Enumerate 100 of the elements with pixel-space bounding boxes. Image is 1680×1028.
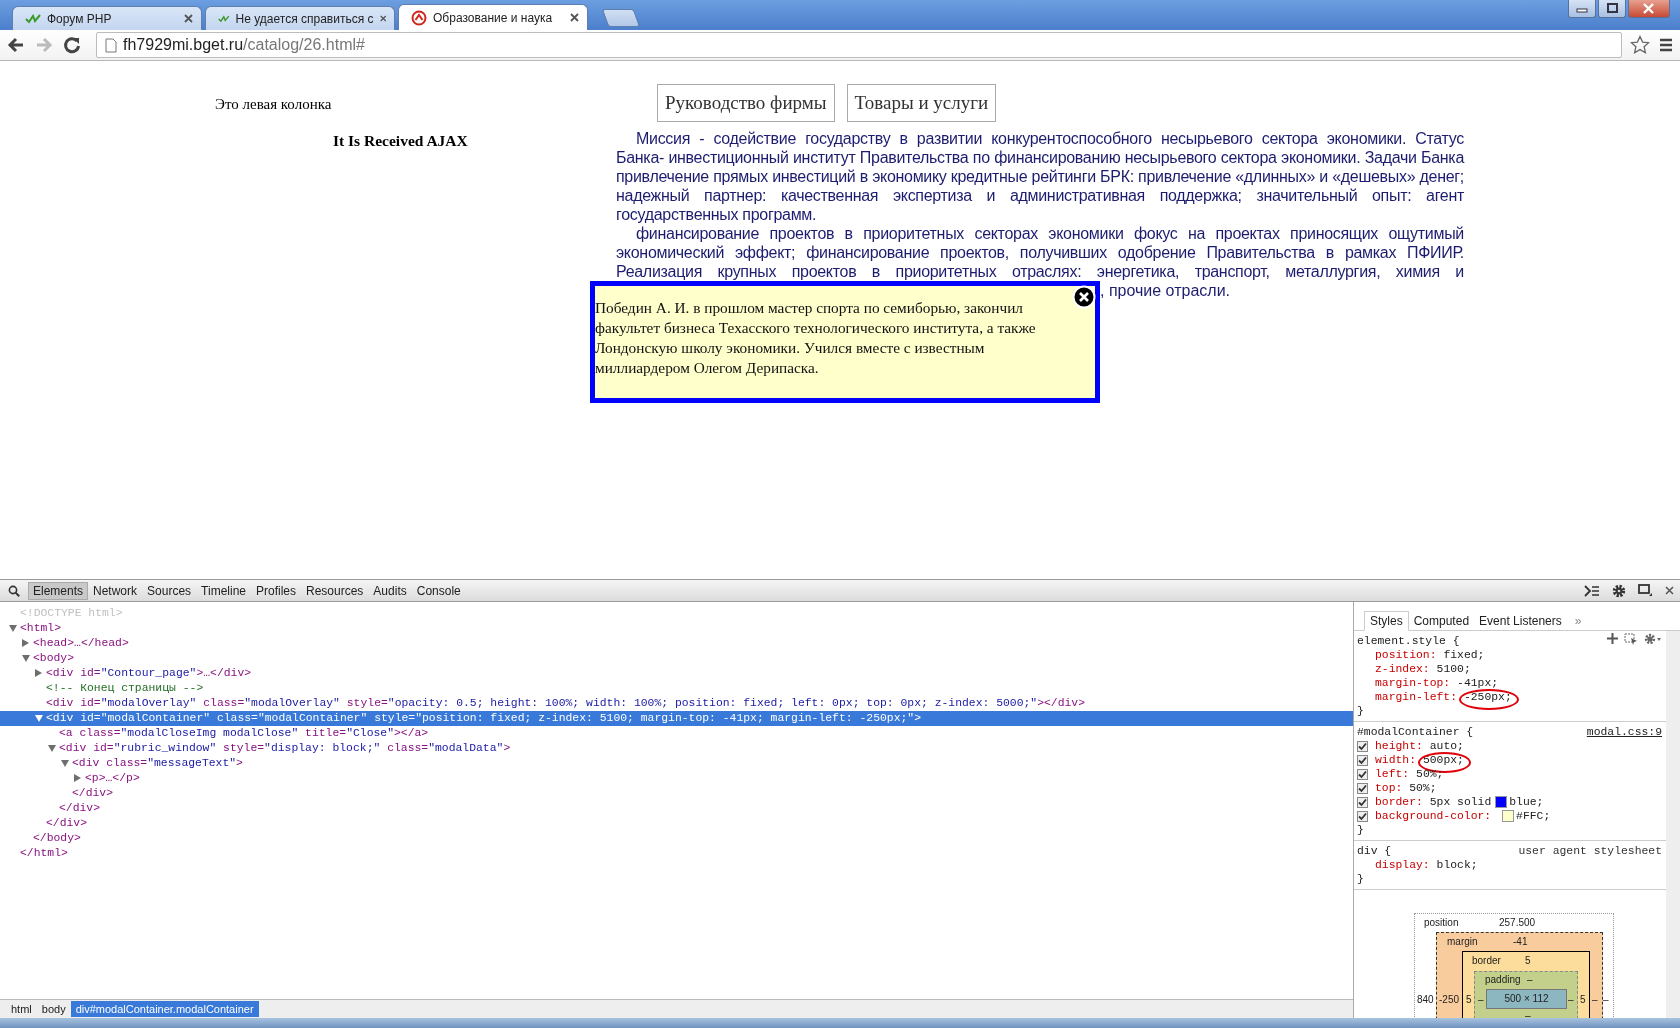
breadcrumb[interactable]: body [36, 1001, 71, 1017]
devtools-tab[interactable]: Sources [142, 581, 197, 600]
dom-node[interactable]: <div id="modalContainer" class="modalContainer" style="position: fixed; z-index: 5100; margin-top: -41px; margin-left: -250px;"> [0, 711, 1353, 726]
plus-icon[interactable] [1607, 633, 1618, 644]
checkbox[interactable] [1357, 741, 1368, 752]
settings-icon[interactable] [1612, 583, 1626, 598]
browser-tab[interactable]: Форум PHP [12, 6, 202, 30]
dom-node[interactable]: <div class="messageText"> [0, 756, 1353, 771]
color-swatch[interactable] [1495, 796, 1508, 808]
sidebar-tab[interactable]: Computed [1408, 612, 1475, 630]
dom-node[interactable]: <a class="modalCloseImg modalClose" title="Close"></a> [0, 726, 1353, 741]
back-icon[interactable] [6, 35, 26, 55]
circle-logo-icon [411, 9, 427, 26]
breadcrumb[interactable]: div#modalContainer.modalContainer [70, 1001, 259, 1017]
source-link[interactable]: modal.css:9 [1586, 725, 1662, 739]
new-tab-button[interactable] [601, 9, 641, 27]
settings-icon[interactable] [1644, 633, 1662, 645]
box-value: – [1527, 974, 1533, 985]
css-selector: element.style { [1357, 634, 1460, 648]
nav-button[interactable]: Товары и услуги [846, 84, 997, 122]
dom-node[interactable]: </body> [0, 831, 1353, 846]
modal-text: Победин А. И. в прошлом мастер спорта по семиборью, закончил факультет бизнеса Техасского технологического института, а также Лондонскую школу экономики. Учился вместе с известным миллиардером Олегом Дерипаска. [595, 298, 1037, 378]
close-icon[interactable] [570, 13, 579, 22]
console-drawer-icon[interactable] [1584, 584, 1600, 597]
checkbox[interactable] [1357, 811, 1368, 822]
box-value: -250 [1439, 994, 1459, 1005]
box-value: – [1525, 1010, 1531, 1018]
box-label: position [1424, 917, 1459, 928]
closing-brace: } [1357, 704, 1365, 718]
devtools-tab[interactable]: Console [411, 581, 466, 600]
devtools-tab[interactable]: Profiles [251, 581, 301, 600]
dom-node[interactable]: </html> [0, 846, 1353, 861]
devtools-tab[interactable]: Timeline [196, 581, 251, 600]
css-property[interactable]: width: 500px; [1357, 753, 1662, 767]
css-property[interactable]: height: auto; [1357, 739, 1662, 753]
close-icon[interactable] [1665, 586, 1674, 595]
element-state-icon[interactable] [1624, 633, 1638, 645]
checkbox[interactable] [1357, 797, 1368, 808]
color-swatch[interactable] [1502, 810, 1515, 822]
browser-tab[interactable]: Образование и наука [398, 4, 588, 30]
column-text: Это левая колонка [215, 96, 333, 113]
devtools-tab[interactable]: Resources [301, 581, 369, 600]
reload-icon[interactable] [62, 35, 82, 55]
address-field[interactable]: fh7929mi.bget.ru/catalog/26.html# [96, 32, 1622, 58]
closing-brace: } [1357, 872, 1365, 886]
sidebar-tab[interactable]: Event Listeners [1474, 612, 1567, 630]
checkmark-icon [25, 13, 41, 24]
dom-node[interactable]: <body> [0, 651, 1353, 666]
minimize-icon[interactable] [1568, 0, 1596, 18]
devtools-tab[interactable]: Audits [368, 581, 412, 600]
css-selector: div { [1357, 844, 1392, 858]
more-tabs-button[interactable]: » [1566, 612, 1590, 630]
css-property[interactable]: border: 5px solid blue; [1357, 795, 1662, 809]
maximize-icon[interactable] [1598, 0, 1626, 18]
css-property[interactable]: left: 50%; [1357, 767, 1662, 781]
dom-node[interactable]: <div id="modalOverlay" class="modalOverlay" style="opacity: 0.5; height: 100%; width: 100%; position: fixed; left: 0px; top: 0px; z-index: 5000;"></div> [0, 696, 1353, 711]
css-property[interactable]: z-index: 5100; [1357, 662, 1662, 676]
css-property[interactable]: display: block; [1357, 858, 1662, 872]
checkbox[interactable] [1357, 755, 1368, 766]
css-selector: #modalContainer { [1357, 725, 1474, 739]
nav-button[interactable]: Руководство фирмы [657, 84, 835, 122]
sidebar-tab[interactable]: Styles [1364, 611, 1409, 631]
css-property[interactable]: margin-left: -250px; [1357, 690, 1662, 704]
paragraph: Миссия - содействие государству в развитии конкурентоспособного несырьевого сектора экономики. Статус Банка- инвестиционный институт Правительства по финансированию несырьевого сектора экономики. Задачи Банка привлечение прямых инвестиций в экономику кредитные рейтинги БРК: привлечение «длинных» и «дешевых» денег; надежный партнер: качественная экспертиза и административная поддержка; значительный опыт: агент государственных программ. [616, 129, 1464, 224]
dom-node[interactable]: <!-- Конец страницы --> [0, 681, 1353, 696]
dom-node[interactable]: <head>…</head> [0, 636, 1353, 651]
paragraph-text: , прочие отрасли. [1100, 281, 1230, 300]
box-value: – [1592, 994, 1598, 1005]
dom-node[interactable]: <div id="Contour_page">…</div> [0, 666, 1353, 681]
search-icon[interactable] [8, 584, 20, 597]
box-value: 257.500 [1499, 917, 1536, 928]
menu-icon[interactable] [1658, 37, 1674, 53]
css-property[interactable]: position: fixed; [1357, 648, 1662, 662]
box-content-size: 500 × 112 [1486, 989, 1567, 1009]
checkbox[interactable] [1357, 783, 1368, 794]
dom-node[interactable]: <div id="rubric_window" style="display: block;" class="modalData"> [0, 741, 1353, 756]
css-property[interactable]: background-color: #FFC; [1357, 809, 1662, 823]
breadcrumb[interactable]: html [6, 1001, 37, 1017]
dock-icon[interactable] [1638, 584, 1653, 597]
dom-node[interactable]: </div> [0, 801, 1353, 816]
dom-node[interactable]: </div> [0, 816, 1353, 831]
box-value: 5 [1580, 994, 1586, 1005]
css-property[interactable]: top: 50%; [1357, 781, 1662, 795]
dom-node[interactable]: <html> [0, 621, 1353, 636]
devtools-tab[interactable]: Elements [28, 581, 89, 600]
box-value: – [1603, 994, 1609, 1005]
star-icon[interactable] [1630, 35, 1650, 55]
box-label: margin [1447, 936, 1478, 947]
box-value: -41 [1513, 936, 1528, 947]
dom-node[interactable]: <p>…</p> [0, 771, 1353, 786]
paragraph: финансирование проектов в приоритетных секторах экономики фокус на проектах приносящих ощутимый экономический эффект; финансирование проектов, получивших одобрение Правительства в рамках ПФИИР. Реализация крупных проектов в приоритетных отраслях: энергетика, транспорт, металлургия, химия и [616, 224, 1464, 281]
browser-tab[interactable]: Не удается справиться с [205, 6, 395, 30]
dom-node[interactable]: </div> [0, 786, 1353, 801]
css-property[interactable]: margin-top: -41px; [1357, 676, 1662, 690]
box-value: – [1478, 994, 1484, 1005]
devtools-tab[interactable]: Network [88, 581, 143, 600]
box-value: 5 [1466, 994, 1472, 1005]
checkbox[interactable] [1357, 769, 1368, 780]
box-value: – [1568, 994, 1574, 1005]
box-value: 840 [1417, 994, 1434, 1005]
